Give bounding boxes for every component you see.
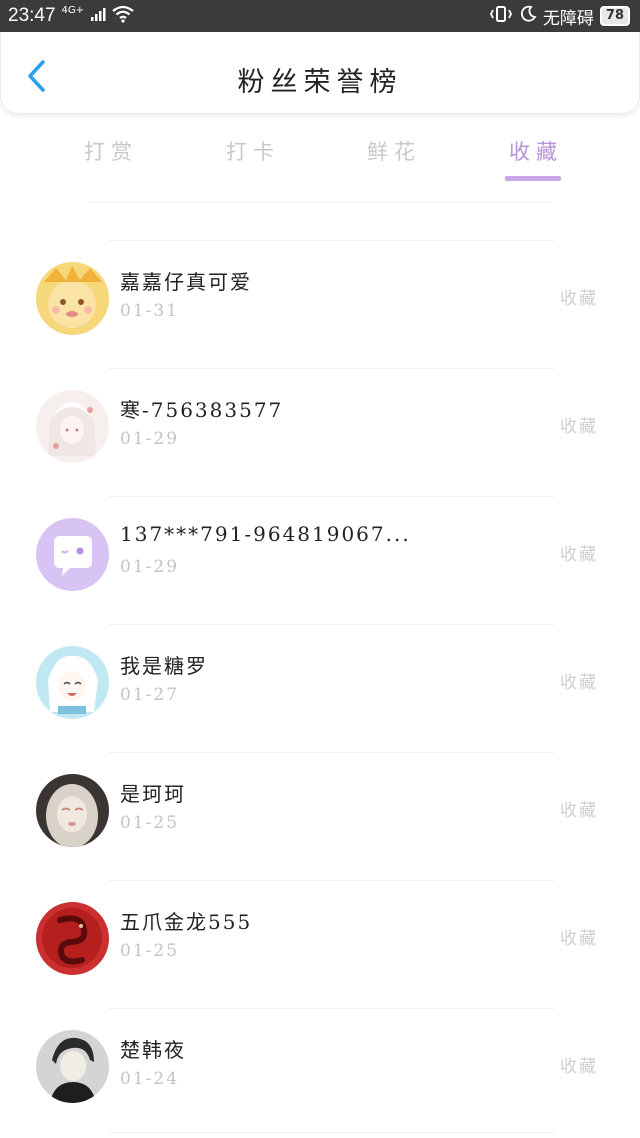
fan-list: 嘉嘉仔真可爱 01-31 收藏 寒-756383577 01-29 收藏 137… xyxy=(0,240,640,1136)
list-item[interactable]: 是珂珂 01-25 收藏 xyxy=(0,752,640,880)
status-right: 无障碍 78 xyxy=(489,4,630,29)
fan-date: 01-29 xyxy=(120,429,180,449)
status-left: 23:47 4G+ xyxy=(8,5,134,27)
fan-name: 我是糖罗 xyxy=(120,654,208,678)
divider xyxy=(88,202,552,203)
fan-date: 01-25 xyxy=(120,941,180,961)
avatar[interactable] xyxy=(36,646,109,719)
moon-icon xyxy=(519,5,537,27)
page-title: 粉丝荣誉榜 xyxy=(237,67,403,98)
list-item[interactable]: 楚韩夜 01-24 收藏 xyxy=(0,1008,640,1136)
fan-action-label: 收藏 xyxy=(560,417,598,437)
list-item[interactable]: 137***791-964819067... 01-29 收藏 xyxy=(0,496,640,624)
tab-checkin[interactable]: 打卡 xyxy=(226,136,280,166)
network-type: 4G+ xyxy=(61,5,85,16)
divider xyxy=(108,880,554,881)
fan-name: 是珂珂 xyxy=(120,782,186,806)
avatar[interactable] xyxy=(36,390,109,463)
active-tab-indicator xyxy=(505,176,561,181)
avatar[interactable] xyxy=(36,262,109,335)
tab-flowers[interactable]: 鲜花 xyxy=(367,136,421,166)
divider xyxy=(108,368,554,369)
avatar[interactable] xyxy=(36,774,109,847)
tab-bar: 打赏 打卡 鲜花 收藏 xyxy=(0,130,640,190)
list-item[interactable]: 嘉嘉仔真可爱 01-31 收藏 xyxy=(0,240,640,368)
fan-name: 寒-756383577 xyxy=(120,398,284,422)
tab-reward[interactable]: 打赏 xyxy=(84,136,138,166)
avatar[interactable] xyxy=(36,518,109,591)
fan-name: 137***791-964819067... xyxy=(120,522,411,546)
divider xyxy=(108,1008,554,1009)
list-item[interactable]: 五爪金龙555 01-25 收藏 xyxy=(0,880,640,1008)
fan-name: 嘉嘉仔真可爱 xyxy=(120,270,252,294)
fan-action-label: 收藏 xyxy=(560,801,598,821)
divider xyxy=(108,624,554,625)
fan-name: 五爪金龙555 xyxy=(120,910,253,934)
fan-date: 01-27 xyxy=(120,685,180,705)
fan-action-label: 收藏 xyxy=(560,545,598,565)
fan-date: 01-24 xyxy=(120,1069,180,1089)
fan-action-label: 收藏 xyxy=(560,929,598,949)
status-time: 23:47 xyxy=(8,5,56,26)
list-item[interactable]: 我是糖罗 01-27 收藏 xyxy=(0,624,640,752)
fan-action-label: 收藏 xyxy=(560,1057,598,1077)
divider xyxy=(108,1132,554,1133)
wifi-icon xyxy=(112,5,134,27)
avatar[interactable] xyxy=(36,902,109,975)
list-item[interactable]: 寒-756383577 01-29 收藏 xyxy=(0,368,640,496)
divider xyxy=(108,240,554,241)
accessibility-text: 无障碍 xyxy=(542,8,594,29)
avatar[interactable] xyxy=(36,1030,109,1103)
battery-indicator: 78 xyxy=(599,6,630,26)
fan-date: 01-31 xyxy=(120,301,180,321)
fan-date: 01-29 xyxy=(120,557,180,577)
fan-action-label: 收藏 xyxy=(560,289,598,309)
signal-icon xyxy=(90,6,106,26)
status-bar: 23:47 4G+ 无障碍 78 xyxy=(0,0,640,32)
vibrate-icon xyxy=(489,4,513,28)
divider xyxy=(108,752,554,753)
header: 粉丝荣誉榜 xyxy=(0,32,640,114)
fan-date: 01-25 xyxy=(120,813,180,833)
tab-favorites[interactable]: 收藏 xyxy=(509,136,563,166)
divider xyxy=(108,496,554,497)
fan-action-label: 收藏 xyxy=(560,673,598,693)
fan-name: 楚韩夜 xyxy=(120,1038,186,1062)
